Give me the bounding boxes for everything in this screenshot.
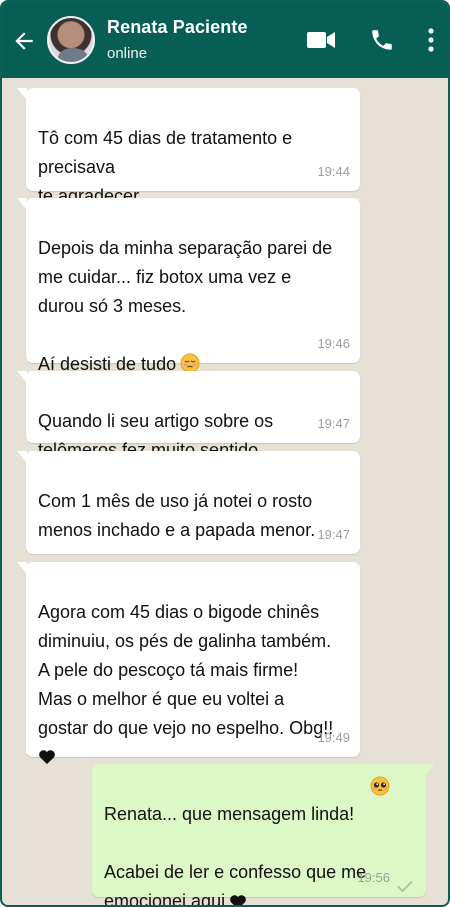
message-time: 19:47 [317,527,350,542]
contact-status: online [107,45,148,62]
message-text: Depois da minha separação parei de me cu… [26,227,360,379]
incoming-message[interactable]: Agora com 45 dias o bigode chinês diminu… [17,562,360,764]
message-time: 19:56 [357,870,390,885]
black-heart-emoji-icon [39,750,55,764]
check-icon [397,880,413,893]
chat-header: Renata Paciente online [2,2,448,78]
message-time: 19:49 [317,730,350,745]
chat-window: Renata Paciente online Tô com 45 dias de… [0,0,450,907]
message-text: Com 1 mês de uso já notei o rosto menos … [38,491,316,540]
message-text-content: Renata... que mensagem linda! Acabei de … [104,804,367,907]
back-arrow-icon[interactable] [11,28,37,54]
message-time: 19:44 [317,164,350,179]
pleading-face-emoji-icon [370,776,390,796]
incoming-message[interactable]: Quando li seu artigo sobre os telômeros … [17,371,360,460]
incoming-message[interactable]: Depois da minha separação parei de me cu… [17,198,360,374]
contact-name[interactable]: Renata Paciente [107,17,248,38]
more-options-icon[interactable] [426,26,436,54]
message-text-content: Agora com 45 dias o bigode chinês diminu… [38,602,334,738]
video-call-icon[interactable] [306,26,336,54]
message-time: 19:46 [317,336,350,351]
message-text: Agora com 45 dias o bigode chinês diminu… [26,591,360,772]
black-heart-emoji-icon [230,895,246,905]
pensive-face-emoji-icon [180,353,200,373]
message-text: Tô com 45 dias de tratamento e precisava… [38,128,293,206]
message-time: 19:47 [317,416,350,431]
outgoing-message[interactable]: Renata... que mensagem linda! Acabei de … [92,764,435,905]
phone-call-icon[interactable] [369,26,395,54]
incoming-message[interactable]: Com 1 mês de uso já notei o rosto menos … [17,451,360,554]
incoming-message[interactable]: Tô com 45 dias de tratamento e precisava… [17,88,360,206]
avatar[interactable] [47,16,95,64]
